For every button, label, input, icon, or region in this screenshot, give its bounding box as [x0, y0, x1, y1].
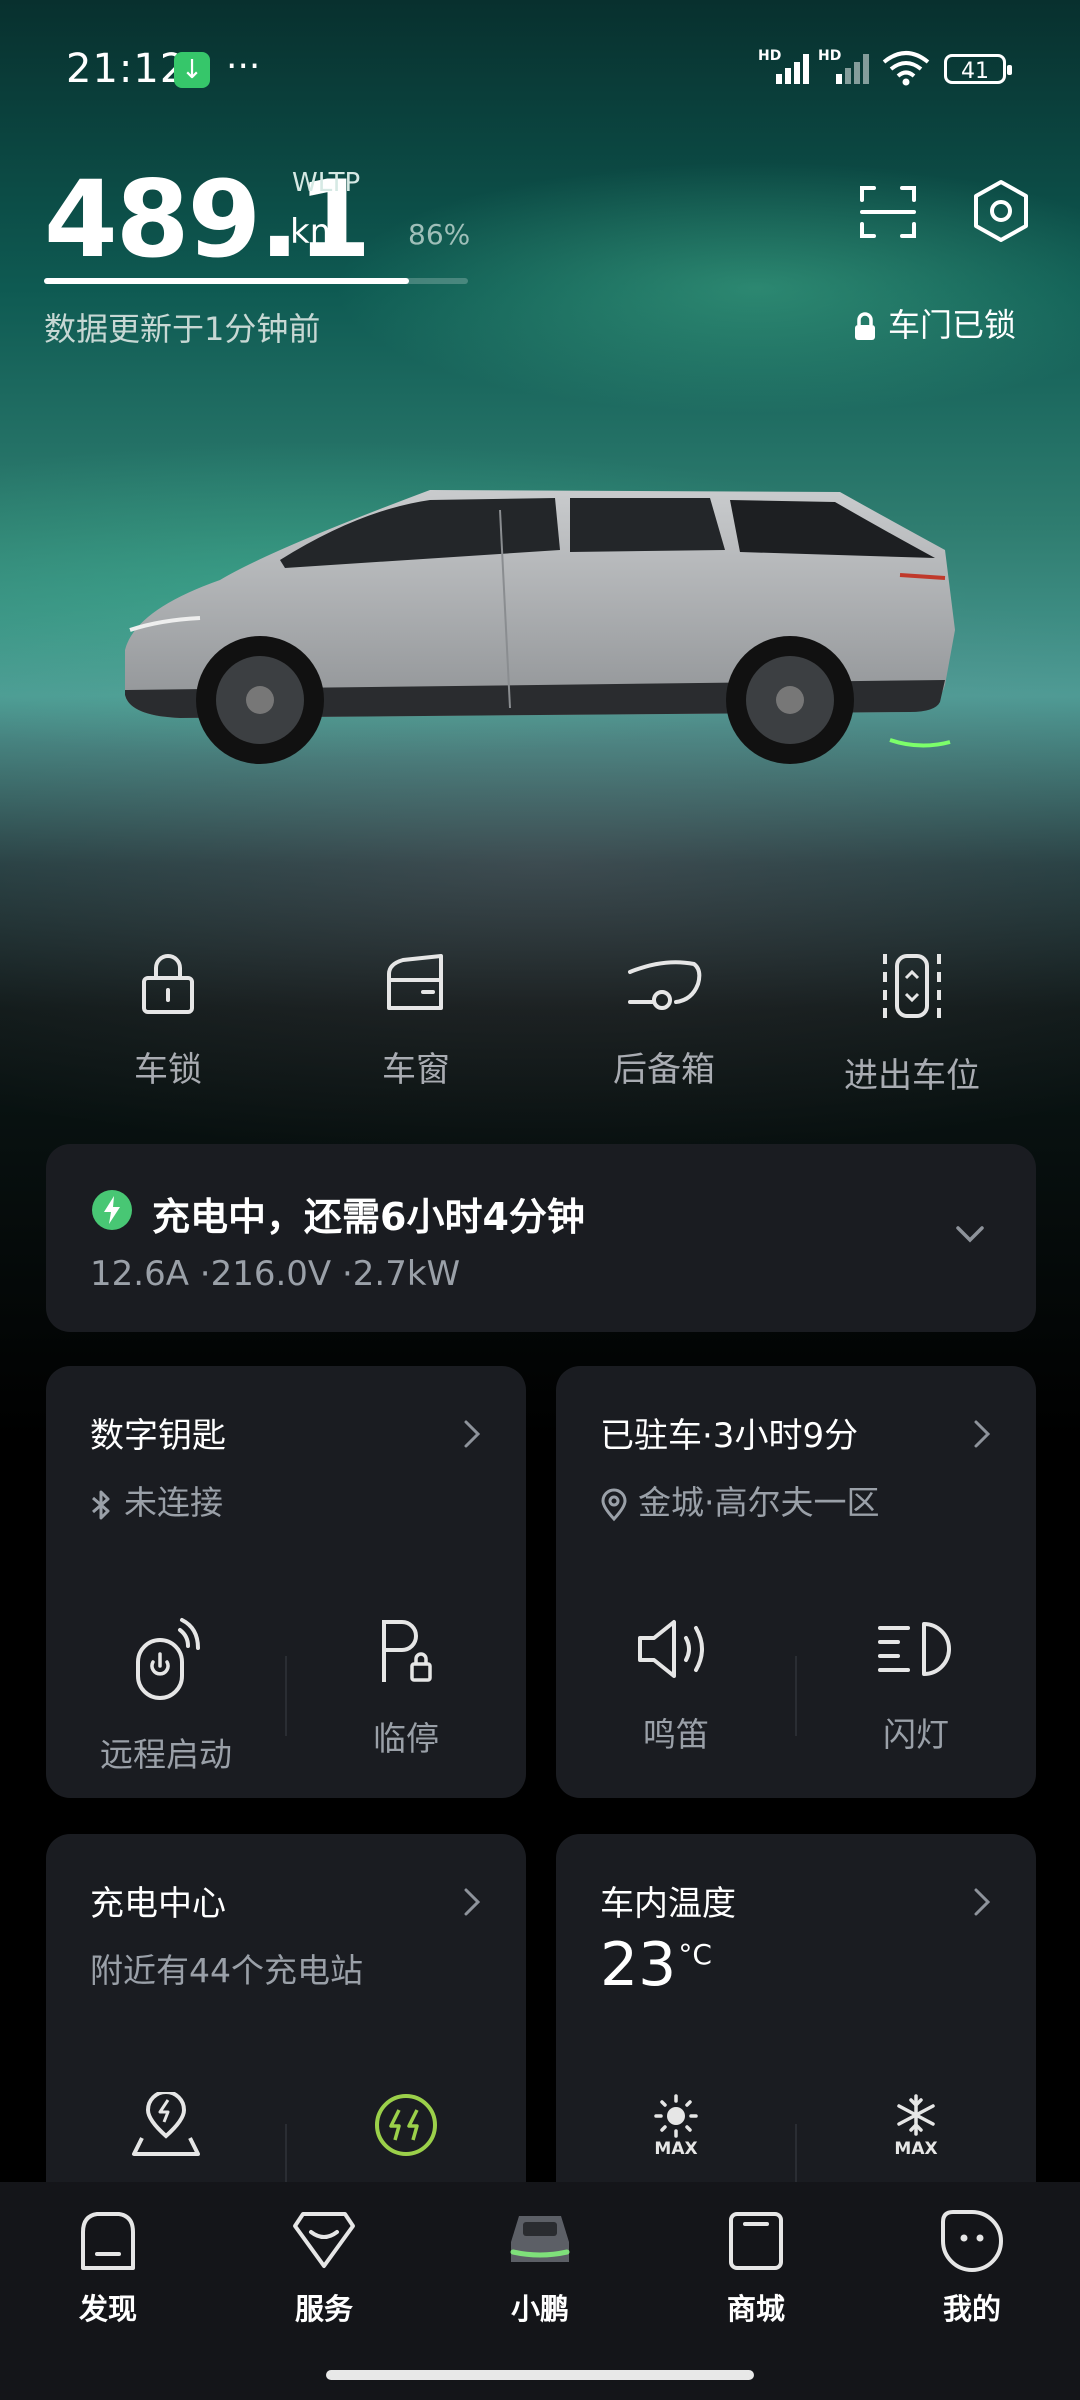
quick-action-window[interactable]: 车窗	[316, 950, 516, 1091]
tab-discover[interactable]: 发现	[38, 2208, 178, 2328]
home-indicator[interactable]	[326, 2370, 754, 2380]
remote-start-label: 远程启动	[100, 1735, 232, 1774]
tab-discover-label: 发现	[78, 2292, 137, 2326]
charging-bolt-icon	[92, 1190, 132, 1230]
charging-status-card[interactable]: 充电中，还需6小时4分钟 12.6A ·216.0V ·2.7kW	[46, 1144, 1036, 1332]
chevron-right-icon	[464, 1420, 481, 1448]
quick-action-window-label: 车窗	[382, 1050, 450, 1090]
digital-key-title: 数字钥匙	[90, 1416, 226, 1456]
charging-location-icon	[132, 2092, 200, 2156]
scan-icon[interactable]	[858, 182, 918, 242]
tab-store-label: 商城	[726, 2292, 785, 2326]
parked-location-label: 金城·高尔夫一区	[638, 1483, 880, 1522]
digital-key-status: 未连接	[90, 1476, 223, 1524]
settings-icon[interactable]	[968, 178, 1034, 244]
max-heat-button[interactable]: MAX	[556, 2092, 796, 2158]
horn-label: 鸣笛	[643, 1715, 709, 1754]
battery-level-fill	[44, 278, 409, 284]
quick-actions: 车锁 车窗 后备箱 进出车位	[0, 950, 1080, 1100]
car-tab-icon	[510, 2216, 570, 2262]
discover-icon	[81, 2212, 135, 2270]
charging-detail: 12.6A ·216.0V ·2.7kW	[90, 1254, 461, 1294]
chevron-right-icon	[974, 1888, 991, 1916]
cabin-temperature-title: 车内温度	[600, 1884, 736, 1924]
tab-profile[interactable]: 我的	[902, 2208, 1042, 2328]
lock-small-icon	[855, 312, 875, 340]
battery-percent: 86%	[408, 218, 471, 251]
chevron-down-icon[interactable]	[954, 1224, 986, 1244]
app-screen: 21:12 ↓ ··· HD HD 41 489.1 WLTP km 86% 数…	[0, 0, 1080, 2400]
charging-title: 充电中，还需6小时4分钟	[152, 1195, 585, 1239]
cabin-temperature-unit: °C	[678, 1938, 712, 1971]
remote-start-button[interactable]: 远程启动	[46, 1616, 286, 1776]
remote-start-icon	[136, 1618, 200, 1700]
download-icon: ↓	[174, 52, 210, 88]
charging-map-button[interactable]	[46, 2092, 286, 2158]
sun-icon: MAX	[654, 2094, 698, 2158]
lock-icon	[142, 954, 194, 1014]
parked-title: 已驻车·3小时9分	[600, 1416, 859, 1456]
chevron-right-icon	[974, 1420, 991, 1448]
status-bar: 21:12 ↓ ··· HD HD 41	[0, 0, 1080, 140]
horn-button[interactable]: 鸣笛	[556, 1616, 796, 1756]
temporary-parking-button[interactable]: 临停	[286, 1616, 526, 1760]
store-icon	[729, 2212, 783, 2270]
window-icon	[387, 954, 443, 1010]
charging-center-title: 充电中心	[90, 1884, 226, 1924]
location-pin-icon	[601, 1488, 627, 1521]
more-notifications-icon: ···	[226, 46, 261, 87]
bottom-tab-bar: 发现 服务 小鹏 商城 我的	[0, 2182, 1080, 2400]
service-icon	[293, 2212, 355, 2268]
range-unit: km	[290, 212, 343, 252]
tab-profile-label: 我的	[942, 2292, 1001, 2326]
cabin-temperature-number: 23	[600, 1930, 677, 2000]
update-time: 数据更新于1分钟前	[44, 310, 321, 348]
trunk-icon	[628, 960, 702, 1010]
range-standard: WLTP	[292, 168, 361, 198]
quick-action-trunk-label: 后备箱	[613, 1050, 715, 1090]
tab-service-label: 服务	[294, 2292, 353, 2326]
fast-charge-button[interactable]	[286, 2092, 526, 2158]
signal-1-icon	[762, 52, 810, 84]
car-image	[125, 490, 955, 764]
parked-card[interactable]: 已驻车·3小时9分 金城·高尔夫一区 鸣笛 闪灯	[556, 1366, 1036, 1798]
quick-action-parking[interactable]: 进出车位	[812, 950, 1012, 1097]
tab-xpeng[interactable]: 小鹏	[470, 2208, 610, 2328]
tab-store[interactable]: 商城	[686, 2208, 826, 2328]
tab-service[interactable]: 服务	[254, 2208, 394, 2328]
max-cool-label: MAX	[894, 2139, 937, 2158]
flash-lights-button[interactable]: 闪灯	[796, 1616, 1036, 1756]
door-lock-status: 车门已锁	[852, 300, 1016, 346]
bluetooth-icon	[92, 1490, 110, 1519]
flash-lights-label: 闪灯	[883, 1715, 949, 1754]
quick-action-lock-label: 车锁	[134, 1050, 202, 1090]
max-cool-button[interactable]: MAX	[796, 2092, 1036, 2158]
signal-2-icon	[822, 52, 870, 84]
door-lock-label: 车门已锁	[888, 306, 1017, 344]
horn-icon	[638, 1620, 704, 1678]
quick-action-parking-label: 进出车位	[844, 1056, 980, 1096]
headlight-icon	[878, 1622, 951, 1676]
cabin-temperature-value: 23°C	[600, 1930, 712, 2000]
charging-center-subtitle: 附近有44个充电站	[90, 1951, 363, 1990]
quick-action-trunk[interactable]: 后备箱	[564, 950, 764, 1091]
temporary-parking-label: 临停	[373, 1719, 439, 1758]
battery-indicator: 41	[944, 54, 1012, 84]
wifi-icon	[882, 51, 930, 86]
status-time: 21:12	[66, 46, 187, 92]
digital-key-card[interactable]: 数字钥匙 未连接 远程启动 临停	[46, 1366, 526, 1798]
profile-icon	[941, 2210, 1003, 2272]
temporary-parking-icon	[382, 1620, 432, 1682]
battery-level-bar	[44, 278, 468, 284]
digital-key-status-label: 未连接	[124, 1483, 223, 1522]
max-heat-label: MAX	[654, 2139, 697, 2158]
snowflake-icon: MAX	[894, 2094, 938, 2158]
fast-charge-icon	[375, 2094, 437, 2156]
parked-location: 金城·高尔夫一区	[600, 1476, 880, 1524]
quick-action-lock[interactable]: 车锁	[68, 950, 268, 1091]
parking-maneuver-icon	[883, 954, 941, 1018]
chevron-right-icon	[464, 1888, 481, 1916]
tab-xpeng-label: 小鹏	[510, 2292, 569, 2326]
